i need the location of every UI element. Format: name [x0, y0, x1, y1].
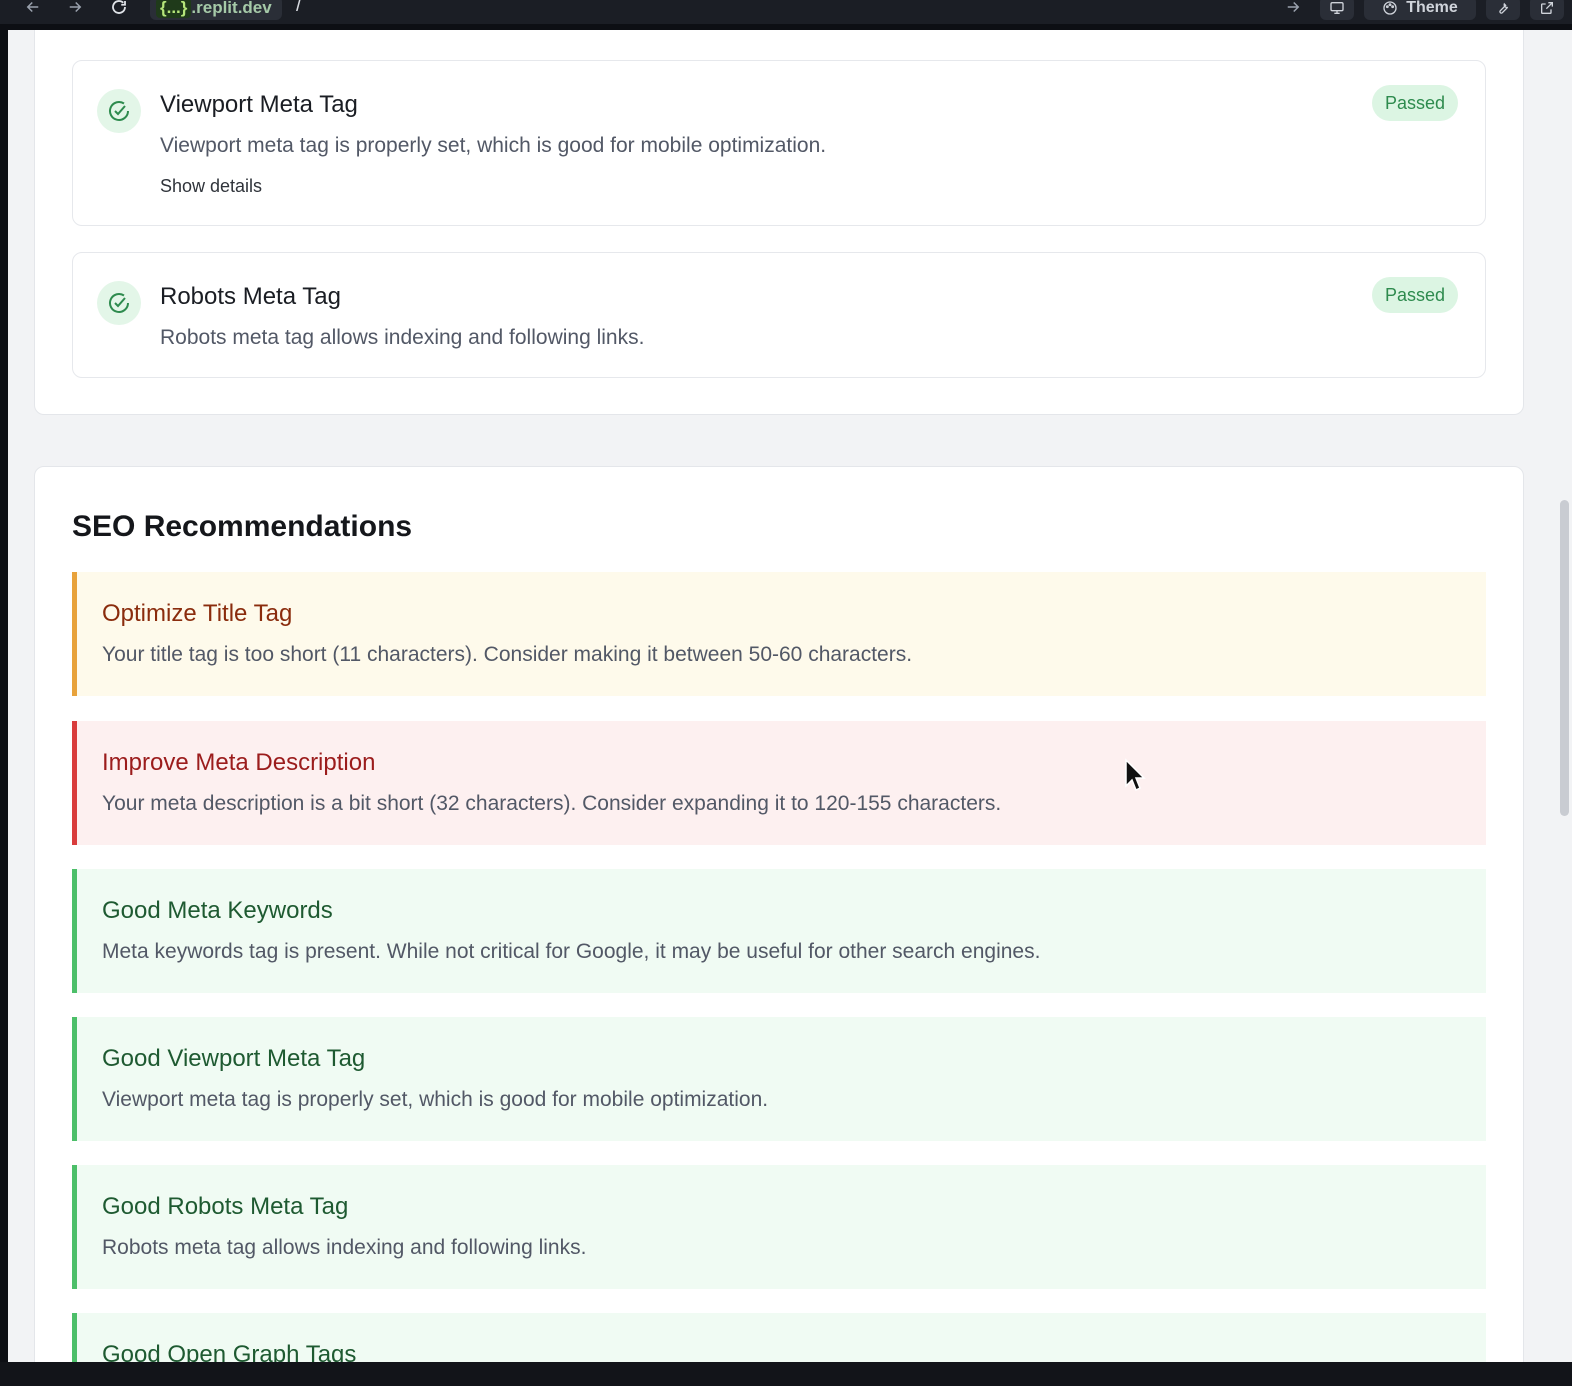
section-title: SEO Recommendations — [72, 510, 413, 543]
url-path[interactable]: / — [296, 0, 302, 17]
recommendation-title: Good Robots Meta Tag — [102, 1193, 349, 1220]
url-host-prefix: {...} — [156, 0, 192, 18]
theme-label: Theme — [1406, 0, 1458, 16]
recommendation-title: Good Viewport Meta Tag — [102, 1045, 366, 1072]
wrench-icon — [1499, 2, 1509, 14]
palette-icon — [1383, 1, 1397, 15]
recommendation-description: Viewport meta tag is properly set, which… — [102, 1088, 769, 1111]
recommendation-item: Improve Meta Description Your meta descr… — [72, 721, 1486, 845]
recommendation-item: Good Meta Keywords Meta keywords tag is … — [72, 869, 1486, 993]
recommendation-description: Your title tag is too short (11 characte… — [102, 643, 913, 666]
device-preview-button[interactable] — [1320, 0, 1354, 20]
recommendation-item: Optimize Title Tag Your title tag is too… — [72, 572, 1486, 696]
recommendation-description: Your meta description is a bit short (32… — [102, 792, 1002, 815]
theme-button[interactable]: Theme — [1364, 0, 1476, 20]
back-arrow-icon[interactable] — [22, 0, 44, 18]
open-new-tab-button[interactable] — [1530, 0, 1564, 20]
status-badge: Passed — [1372, 85, 1459, 121]
url-bar[interactable]: {...} .replit.dev — [150, 0, 282, 20]
devtools-button[interactable] — [1486, 0, 1520, 20]
check-title: Robots Meta Tag — [160, 283, 341, 310]
recommendation-title: Optimize Title Tag — [102, 600, 293, 627]
recommendation-item: Good Viewport Meta Tag Viewport meta tag… — [72, 1017, 1486, 1141]
page-viewport: Viewport Meta Tag Viewport meta tag is p… — [8, 30, 1572, 1362]
recommendation-description: Meta keywords tag is present. While not … — [102, 940, 1041, 963]
check-title: Viewport Meta Tag — [160, 91, 358, 118]
go-arrow-icon[interactable] — [1282, 0, 1304, 18]
show-details-link[interactable]: Show details — [160, 176, 262, 197]
check-card-robots: Robots Meta Tag Robots meta tag allows i… — [72, 252, 1486, 378]
mouse-cursor-icon — [1125, 758, 1146, 792]
status-badge: Passed — [1372, 277, 1459, 313]
scrollbar[interactable] — [1554, 30, 1572, 1362]
scrollbar-thumb[interactable] — [1560, 500, 1569, 816]
bottom-frame-edge — [0, 1362, 1572, 1386]
check-description: Robots meta tag allows indexing and foll… — [160, 326, 645, 349]
forward-arrow-icon[interactable] — [64, 0, 86, 18]
recommendation-description: Robots meta tag allows indexing and foll… — [102, 1236, 587, 1259]
check-circle-icon — [97, 89, 141, 133]
url-host: .replit.dev — [191, 0, 272, 17]
left-frame-edge — [0, 24, 8, 1362]
recommendation-title: Good Open Graph Tags — [102, 1341, 357, 1362]
reload-icon[interactable] — [108, 0, 130, 18]
recommendation-item: Good Robots Meta Tag Robots meta tag all… — [72, 1165, 1486, 1289]
check-circle-icon — [97, 281, 141, 325]
monitor-icon — [1330, 1, 1344, 14]
external-link-icon — [1541, 2, 1553, 14]
recommendation-item: Good Open Graph Tags — [72, 1313, 1486, 1362]
recommendation-title: Improve Meta Description — [102, 749, 376, 776]
check-card-viewport: Viewport Meta Tag Viewport meta tag is p… — [72, 60, 1486, 226]
check-description: Viewport meta tag is properly set, which… — [160, 134, 827, 157]
browser-toolbar: {...} .replit.dev / Theme — [0, 0, 1572, 24]
recommendation-title: Good Meta Keywords — [102, 897, 333, 924]
